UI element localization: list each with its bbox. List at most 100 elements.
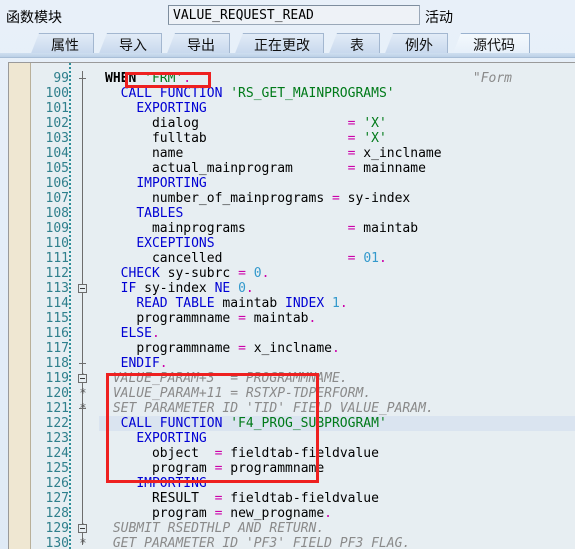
line-number: 107 [45, 191, 69, 206]
code-line[interactable]: SET PARAMETER ID 'TID' FIELD VALUE_PARAM… [99, 401, 434, 416]
source-code-editor[interactable]: 99 100 101 102 103 104 105 106 107 108 109 110 111 11… [8, 62, 575, 549]
code-token-kw: CALL FUNCTION [120, 416, 223, 431]
code-spacing [191, 71, 473, 86]
function-module-name-field[interactable]: VALUE_REQUEST_READ [168, 5, 420, 25]
line-number: 103 [45, 131, 69, 146]
code-line[interactable]: object = fieldtab-fieldvalue [99, 446, 379, 461]
code-line[interactable]: EXPORTING [99, 431, 207, 446]
line-number: 120 [45, 386, 69, 401]
code-line[interactable]: mainprograms = maintab [99, 221, 418, 236]
bookmark-gutter[interactable] [9, 63, 31, 549]
code-token-kw: NE [214, 281, 231, 296]
line-number: 101 [45, 101, 69, 116]
code-line[interactable]: WHEN 'FRM'. "Form [99, 71, 512, 86]
line-number: 122 [45, 416, 69, 431]
code-line[interactable]: number_of_mainprograms = sy-index [99, 191, 410, 206]
code-line[interactable]: cancelled = 01. [99, 251, 387, 266]
code-line[interactable]: EXPORTING [99, 101, 207, 116]
line-number: 118 [45, 356, 69, 371]
code-line[interactable]: TABLES [99, 206, 183, 221]
line-number: 114 [45, 296, 69, 311]
code-token-plain: sy-index [339, 191, 411, 206]
collapse-block-icon[interactable] [78, 284, 87, 293]
code-line[interactable]: EXCEPTIONS [99, 236, 215, 251]
code-line[interactable]: actual_mainprogram = mainname [99, 161, 426, 176]
code-line[interactable]: name = x_inclname [99, 146, 442, 161]
code-line[interactable]: VALUE_PARAM+11 = RSTXP-TDPERFORM. [99, 386, 371, 401]
code-line[interactable]: program = programmname [99, 461, 324, 476]
code-token-str: 'RS_GET_MAINPROGRAMS' [230, 86, 395, 101]
code-spacing [293, 161, 348, 176]
code-token-plain: maintab [355, 221, 419, 236]
code-token-kw: EXCEPTIONS [136, 236, 215, 251]
code-token-kw: ELSE [120, 326, 152, 341]
code-token-plain: name [151, 146, 184, 161]
window-header: 函数模块 VALUE_REQUEST_READ 活动 [0, 0, 575, 30]
code-token-plain: program [151, 461, 215, 476]
fold-branch-tick [79, 363, 86, 364]
code-text-area[interactable]: WHEN 'FRM'. "Form CALL FUNCTION 'RS_GET_… [99, 63, 575, 549]
line-number: 102 [45, 116, 69, 131]
code-line[interactable]: GET PARAMETER ID 'PF3' FIELD PF3_FLAG. [99, 536, 410, 549]
code-line[interactable]: ENDIF. [99, 356, 168, 371]
line-number: 109 [45, 221, 69, 236]
collapse-block-icon[interactable] [78, 374, 87, 383]
code-line[interactable]: programmname = x_inclname. [99, 341, 340, 356]
code-line[interactable]: READ TABLE maintab INDEX 1. [99, 296, 348, 311]
code-token-kw: EXPORTING [136, 101, 207, 116]
code-token-dot: . [308, 311, 317, 326]
collapse-block-icon[interactable] [78, 524, 87, 533]
code-token-str: 'FRM' [144, 71, 184, 86]
code-line[interactable]: fulltab = 'X' [99, 131, 387, 146]
code-token-cmt: SET PARAMETER ID 'TID' FIELD VALUE_PARAM… [112, 401, 434, 416]
code-line[interactable]: program = new_progname. [99, 506, 332, 521]
code-line[interactable]: ELSE. [99, 326, 160, 341]
code-token-kw: IMPORTING [136, 476, 207, 491]
code-token-kw: EXPORTING [136, 431, 207, 446]
code-token-op: = [331, 191, 340, 206]
code-line[interactable]: SUBMIT RSEDTHLP AND RETURN. [99, 521, 324, 536]
code-line[interactable]: IMPORTING [99, 176, 207, 191]
code-token-plain: maintab [214, 296, 286, 311]
code-line[interactable]: IF sy-index NE 0. [99, 281, 254, 296]
code-line[interactable]: IMPORTING [99, 476, 207, 491]
line-number: 127 [45, 491, 69, 506]
code-line[interactable]: dialog = 'X' [99, 116, 387, 131]
code-token-plain: cancelled [151, 251, 223, 266]
code-token-plain: maintab [245, 311, 309, 326]
line-number: 123 [45, 431, 69, 446]
code-token-plain: program [151, 506, 215, 521]
code-line[interactable]: CALL FUNCTION 'RS_GET_MAINPROGRAMS' [99, 86, 395, 101]
code-folding-gutter[interactable]: ******** [71, 63, 99, 549]
line-number: 119 [45, 371, 69, 386]
code-spacing [199, 116, 348, 131]
code-token-cmt: SUBMIT RSEDTHLP AND RETURN. [112, 521, 325, 536]
code-line[interactable]: VALUE_PARAM+3 = PROGRAMMNAME. [99, 371, 348, 386]
code-token-kw: IMPORTING [136, 176, 207, 191]
code-token-plain: x_inclname [245, 341, 332, 356]
code-line[interactable]: RESULT = fieldtab-fieldvalue [99, 491, 379, 506]
code-line[interactable]: CALL FUNCTION 'F4_PROG_SUBPROGRAM' [99, 416, 575, 431]
code-token-kw: READ TABLE [136, 296, 215, 311]
code-spacing [246, 221, 348, 236]
code-token-kw: ENDIF [120, 356, 160, 371]
code-line[interactable]: CHECK sy-subrc = 0. [99, 266, 270, 281]
code-token-dot: . [339, 296, 348, 311]
code-trailing-comment: "Form [472, 71, 513, 86]
line-number: 121 [45, 401, 69, 416]
code-token-plain: x_inclname [355, 146, 442, 161]
code-line[interactable]: programmname = maintab. [99, 311, 316, 326]
line-number: 112 [45, 266, 69, 281]
line-number: 126 [45, 476, 69, 491]
